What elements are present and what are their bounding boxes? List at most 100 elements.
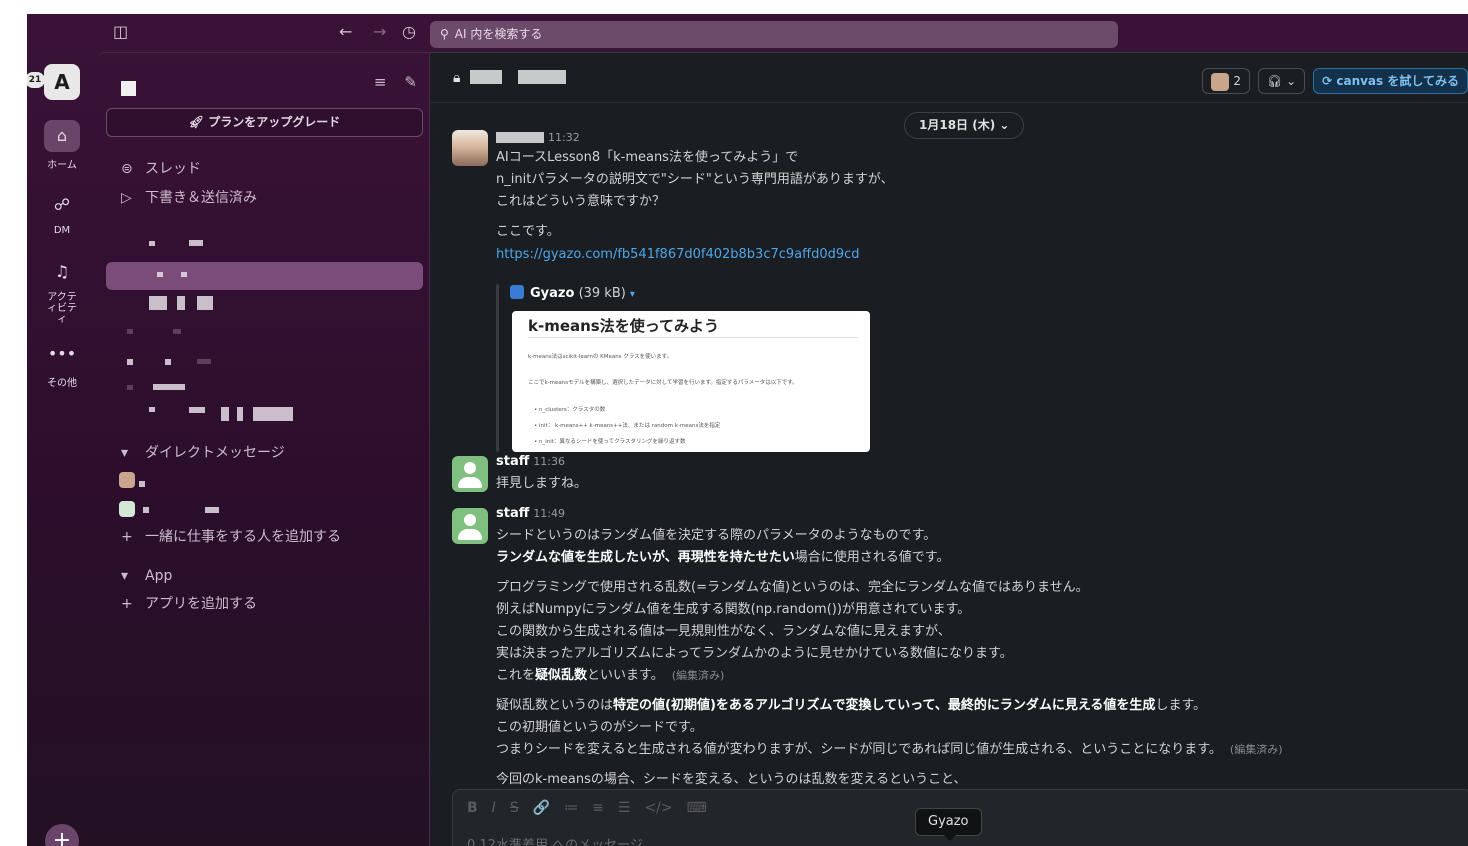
canvas-button[interactable]: ⟳ canvas を試してみる xyxy=(1313,68,1468,94)
redacted-channel[interactable] xyxy=(181,272,187,277)
channel-header: 🔒︎ 2 🎧︎ ⌄ ⟳ canvas を試してみる xyxy=(430,53,1468,103)
message-author[interactable]: staff xyxy=(496,454,529,469)
sidebar-item-label: 下書き＆送信済み xyxy=(145,190,257,206)
message-text-span: つまりシードを変えると生成される値が変わりますが、シードが同じであれば同じ値が生… xyxy=(496,742,1222,757)
message-text-span: 場合に使用される値です。 xyxy=(794,550,950,565)
upgrade-plan-button[interactable]: 🚀︎ プランをアップグレード xyxy=(106,108,423,137)
redacted-channel[interactable] xyxy=(173,329,181,334)
redacted-author-name[interactable] xyxy=(496,132,544,143)
message-avatar[interactable] xyxy=(452,456,488,492)
formatting-toolbar: B I S 🔗 ≔ ≡ ☰ </> ⌨ xyxy=(467,800,721,816)
huddle-button[interactable]: 🎧︎ ⌄ xyxy=(1258,68,1306,94)
dm-avatar[interactable] xyxy=(119,472,135,488)
dm-avatar[interactable] xyxy=(119,501,135,517)
message-avatar[interactable] xyxy=(452,508,488,544)
message-text: 今回のk-meansの場合、シードを変える、というのは乱数を変えるということ、 xyxy=(496,772,967,787)
redacted-channel[interactable] xyxy=(189,240,203,246)
bullet-list-button[interactable]: ≡ xyxy=(592,800,604,816)
attachment-preview-image[interactable]: k-means法を使ってみよう k-means法はscikit-learnの K… xyxy=(512,311,870,452)
rail-item-activity[interactable]: ♫ アクティビティ xyxy=(27,256,97,325)
message-text: 疑似乱数というのは特定の値(初期値)をあるアルゴリズムで変換していって、最終的に… xyxy=(496,697,1206,715)
message-text: シードというのはランダム値を決定する際のパラメータのようなものです。 xyxy=(496,528,937,543)
back-arrow-icon[interactable]: ← xyxy=(339,23,352,41)
attachment-header[interactable]: Gyazo (39 kB) ▾ xyxy=(510,285,635,301)
sidebar-toggle-icon[interactable]: ◫ xyxy=(113,23,128,41)
message-text: 拝見しますね。 xyxy=(496,476,588,491)
add-coworkers-link[interactable]: + 一緒に仕事をする人を追加する xyxy=(121,525,341,549)
caret-down-icon[interactable]: ▾ xyxy=(630,289,635,300)
redacted-channel-name[interactable] xyxy=(470,70,502,84)
rail-item-home[interactable]: ⌂ ホーム xyxy=(27,120,97,171)
add-workspace-button[interactable]: + xyxy=(45,824,79,846)
workspace-name[interactable] xyxy=(121,81,136,96)
redacted-channel[interactable] xyxy=(127,329,133,334)
edited-label: (編集済み) xyxy=(1229,743,1283,756)
lock-icon: 🔒︎ xyxy=(453,70,461,86)
message-author[interactable]: staff xyxy=(496,506,529,521)
channel-main: 🔒︎ 2 🎧︎ ⌄ ⟳ canvas を試してみる 1月18日 (木) ⌄ 11… xyxy=(430,52,1468,846)
redacted-channel[interactable] xyxy=(127,385,133,390)
message-time[interactable]: 11:49 xyxy=(533,507,565,520)
redacted-channel[interactable] xyxy=(149,241,155,246)
rail-item-label: その他 xyxy=(47,378,77,389)
redacted-channel[interactable] xyxy=(165,359,171,365)
redacted-channel[interactable] xyxy=(157,272,163,277)
redacted-channel[interactable] xyxy=(221,407,229,421)
sidebar-item-active-channel[interactable] xyxy=(106,262,423,290)
filter-icon[interactable]: ≡ xyxy=(374,73,387,91)
sidebar-item-threads[interactable]: ⊜ スレッド xyxy=(121,157,201,181)
search-placeholder: AI 内を検索する xyxy=(454,27,543,41)
date-divider-label: 1月18日 (木) xyxy=(919,118,996,132)
redacted-dm-name[interactable] xyxy=(143,507,149,513)
sidebar-section-label: App xyxy=(145,568,173,584)
members-button[interactable]: 2 xyxy=(1202,68,1250,94)
redacted-dm-name[interactable] xyxy=(205,507,219,513)
redacted-channel[interactable] xyxy=(189,407,205,413)
message-text-span: 疑似乱数というのは xyxy=(496,698,614,713)
redacted-channel[interactable] xyxy=(127,359,133,365)
italic-button[interactable]: I xyxy=(492,800,496,816)
message-text-span: します。 xyxy=(1155,698,1207,713)
rail-item-more[interactable]: ••• その他 xyxy=(27,338,97,389)
home-icon: ⌂ xyxy=(44,120,80,152)
message-time[interactable]: 11:36 xyxy=(533,455,565,468)
message-text: 例えばNumpyにランダム値を生成する関数(np.random())が用意されて… xyxy=(496,602,971,617)
message-time[interactable]: 11:32 xyxy=(548,131,580,144)
history-clock-icon[interactable]: ◷ xyxy=(402,23,416,41)
date-divider[interactable]: 1月18日 (木) ⌄ xyxy=(904,112,1025,139)
redacted-channel[interactable] xyxy=(177,296,185,310)
rail-item-dm[interactable]: ☍ DM xyxy=(27,189,97,236)
strike-button[interactable]: S xyxy=(510,800,519,816)
link-button[interactable]: 🔗 xyxy=(533,800,550,816)
sidebar-item-label: スレッド xyxy=(145,161,201,177)
message-link[interactable]: https://gyazo.com/fb541f867d0f402b8b3c7c… xyxy=(496,246,860,264)
workspace-switcher[interactable]: A xyxy=(44,64,80,100)
preview-text: k-means法はscikit-learnの KMeans クラスを使います。 xyxy=(528,354,673,360)
compose-icon[interactable]: ✎ xyxy=(404,73,417,91)
composer-placeholder: 0.12水準差用 へのメッセージ xyxy=(467,838,643,846)
search-input[interactable]: ⚲ AI 内を検索する xyxy=(430,21,1118,48)
redacted-channel[interactable] xyxy=(237,407,243,421)
gyazo-icon xyxy=(510,285,524,299)
rail-item-label: ホーム xyxy=(47,160,77,171)
code-block-button[interactable]: ⌨ xyxy=(687,800,707,816)
redacted-channel[interactable] xyxy=(149,296,167,310)
sidebar-section-label: ダイレクトメッセージ xyxy=(145,445,285,461)
forward-arrow-icon[interactable]: → xyxy=(373,23,386,41)
message-avatar[interactable] xyxy=(452,130,488,166)
redacted-channel[interactable] xyxy=(253,407,293,421)
blockquote-button[interactable]: ☰ xyxy=(618,800,631,816)
redacted-channel[interactable] xyxy=(197,296,213,310)
redacted-channel[interactable] xyxy=(153,384,185,390)
sidebar-item-drafts[interactable]: ▷ 下書き＆送信済み xyxy=(121,186,257,210)
sidebar-section-app[interactable]: ▾ App xyxy=(121,564,172,588)
bold-button[interactable]: B xyxy=(467,800,478,816)
code-button[interactable]: </> xyxy=(644,800,672,816)
ordered-list-button[interactable]: ≔ xyxy=(564,800,578,816)
redacted-channel[interactable] xyxy=(197,359,211,364)
sidebar-section-dm[interactable]: ▾ ダイレクトメッセージ xyxy=(121,441,285,465)
redacted-channel[interactable] xyxy=(149,407,155,412)
redacted-channel-name[interactable] xyxy=(518,70,566,84)
add-app-link[interactable]: + アプリを追加する xyxy=(121,592,257,616)
redacted-dm-name[interactable] xyxy=(139,481,145,487)
